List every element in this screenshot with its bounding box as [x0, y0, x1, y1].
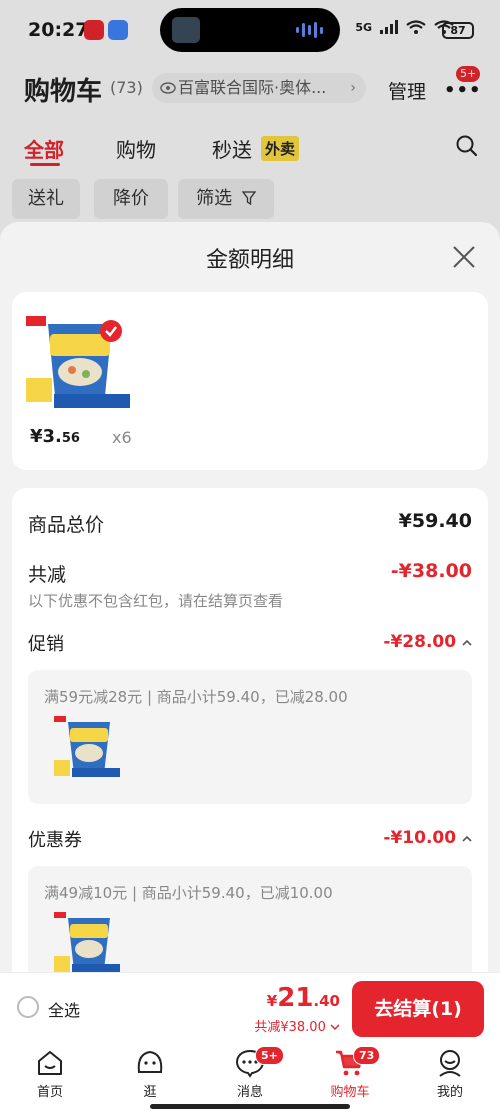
coupon-value[interactable]: -¥10.00	[383, 828, 472, 848]
home-indicator	[150, 1104, 350, 1109]
tab-browse-label: 逛	[143, 1085, 157, 1100]
close-icon[interactable]	[450, 243, 478, 271]
messages-badge: 5+	[255, 1046, 284, 1065]
product-price: ¥3.56	[30, 426, 80, 447]
tab-messages[interactable]: 消息 5+	[215, 1046, 285, 1100]
selected-check-icon	[100, 320, 122, 342]
select-all-label[interactable]: 全选	[48, 997, 80, 1021]
home-icon	[38, 1051, 62, 1075]
browse-icon	[137, 1050, 163, 1073]
checkout-bar: 全选 ¥21.40 共减¥38.00 去结算(1)	[0, 972, 500, 1042]
discount-label: 共减	[28, 564, 67, 586]
cart-badge: 73	[353, 1046, 381, 1065]
coupon-detail-box: 满49减10元 | 商品小计59.40，已减10.00	[28, 866, 472, 982]
tab-cart[interactable]: 购物车 73	[315, 1046, 385, 1100]
tab-home[interactable]: 首页	[15, 1048, 85, 1100]
promo-value[interactable]: -¥28.00	[383, 632, 472, 652]
total-price: ¥21.40	[266, 983, 340, 1013]
coupon-description: 满49减10元 | 商品小计59.40，已减10.00	[44, 884, 333, 902]
saved-amount-toggle[interactable]: 共减¥38.00	[254, 1016, 340, 1035]
product-thumbnail	[54, 912, 120, 973]
coupon-label: 优惠券	[28, 830, 82, 851]
total-goods-value: ¥59.40	[398, 510, 472, 532]
tab-profile[interactable]: 我的	[415, 1048, 485, 1100]
discount-note: 以下优惠不包含红包，请在结算页查看	[28, 592, 284, 610]
promo-detail-box: 满59元减28元 | 商品小计59.40，已减28.00	[28, 670, 472, 804]
sheet-title: 金额明细	[205, 248, 294, 273]
checkout-button[interactable]: 去结算(1)	[352, 981, 484, 1037]
product-quantity: x6	[112, 428, 132, 447]
tab-browse[interactable]: 逛	[115, 1048, 185, 1100]
chevron-down-icon	[330, 1024, 340, 1031]
breakdown-card: 商品总价 ¥59.40 共减 -¥38.00 以下优惠不包含红包，请在结算页查看…	[12, 488, 488, 982]
promo-description: 满59元减28元 | 商品小计59.40，已减28.00	[44, 688, 348, 706]
product-card: ¥3.56 x6	[12, 292, 488, 470]
promo-label: 促销	[28, 634, 64, 655]
tab-home-label: 首页	[36, 1085, 63, 1100]
product-thumbnail	[54, 716, 120, 777]
tab-cart-label: 购物车	[330, 1085, 370, 1100]
chevron-up-icon	[462, 639, 472, 646]
select-all-radio[interactable]	[17, 996, 39, 1018]
tab-profile-label: 我的	[436, 1085, 463, 1100]
chevron-up-icon	[462, 835, 472, 842]
total-goods-label: 商品总价	[28, 514, 105, 536]
discount-value: -¥38.00	[390, 560, 472, 582]
amount-detail-sheet: 金额明细 ¥3.56 x6 商品总价 ¥59.40 共减 -¥38.00 以下优…	[0, 222, 500, 982]
tab-messages-label: 消息	[236, 1085, 263, 1100]
bottom-tab-bar: 首页 逛 消息 5+ 购物车 73 我的	[0, 1042, 500, 1111]
profile-icon	[439, 1050, 461, 1077]
